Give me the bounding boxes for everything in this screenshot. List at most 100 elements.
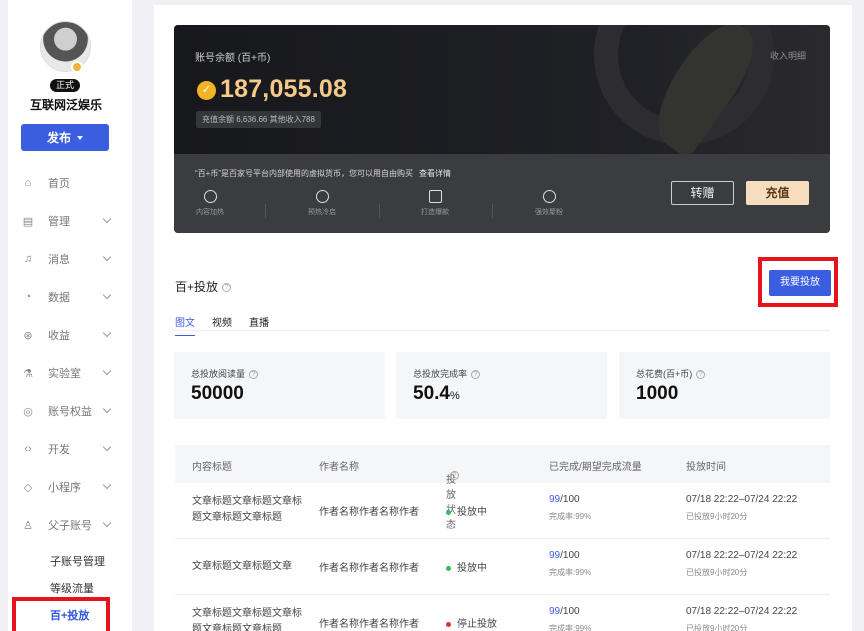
table-row[interactable]: 文章标题文章标题文章标题文章标题文章标题 作者名称作者名称作者 投放中 99/1… (175, 483, 830, 539)
transfer-button[interactable]: 转赠 (671, 181, 734, 205)
progress-done: 99 (549, 494, 561, 505)
chevron-down-icon (102, 328, 112, 338)
sidebar-item-earnings[interactable]: ⊛ 收益 (8, 316, 132, 354)
sidebar-item-develop[interactable]: ‹› 开发 (8, 430, 132, 468)
tab-divider (175, 330, 830, 331)
user-icon: ♙ (23, 519, 33, 532)
progress-target: /100 (560, 550, 580, 561)
stat-label: 总投放阅读量? (191, 367, 259, 380)
chevron-down-icon (102, 518, 112, 528)
table-header: 内容标题 作者名称 投放状态? 已完成/期望完成流量 投放时间 (175, 445, 830, 531)
sidebar-item-label: 管理 (48, 216, 70, 228)
stat-value-text: 50.4 (413, 383, 450, 404)
table-row[interactable]: 文章标题文章标题文章 作者名称作者名称作者 投放中 99/100 完成率:99%… (175, 539, 830, 595)
tab-live[interactable]: 直播 (249, 314, 269, 336)
tab-video[interactable]: 视频 (212, 314, 232, 336)
sidebar-item-messages[interactable]: ♫ 消息 (8, 240, 132, 278)
status-badge: 正式 (50, 79, 80, 92)
status-text: 投放中 (457, 507, 487, 518)
coin-icon: ✓ (197, 81, 216, 100)
users-icon (542, 190, 556, 203)
code-icon: ‹› (24, 443, 32, 455)
divider (492, 204, 493, 218)
feature-label: 预热冷启 (308, 209, 336, 216)
status-text: 停止投放 (457, 619, 497, 630)
cell-time: 07/18 22:22–07/24 22:22 (686, 494, 798, 505)
chevron-down-icon (102, 480, 112, 490)
sidebar: 正式 互联网泛娱乐 发布 ⌂ 首页 ▤ 管理 ♫ 消息 ◔ 数据 ⊛ 收益 ⚗ … (8, 0, 132, 631)
stat-label-text: 总花费(百+币) (636, 369, 693, 379)
sidebar-subitem-level-traffic[interactable]: 等级流量 (50, 580, 94, 596)
sidebar-item-account-rights[interactable]: ◎ 账号权益 (8, 392, 132, 430)
chevron-down-icon (102, 442, 112, 452)
clock-icon (315, 190, 329, 203)
sidebar-item-data[interactable]: ◔ 数据 (8, 278, 132, 316)
cell-progress: 99/100 (549, 550, 580, 561)
sidebar-item-label: 账号权益 (48, 406, 92, 418)
feature-label: 强效聚粉 (535, 209, 563, 216)
recharge-button[interactable]: 充值 (746, 181, 809, 205)
content-tabs: 图文 视频 直播 (175, 314, 269, 336)
balance-card: 账号余额 (百+币) 收入明细 ✓ 187,055.08 充值余额 6,636.… (174, 25, 830, 233)
feature-warm-start: 预热冷启 (292, 190, 352, 217)
progress-target: /100 (560, 494, 580, 505)
sidebar-item-label: 小程序 (48, 482, 81, 494)
chevron-down-icon (102, 214, 112, 224)
username: 互联网泛娱乐 (29, 98, 102, 112)
sidebar-item-label: 收益 (48, 330, 70, 342)
balance-label: 账号余额 (百+币) (195, 53, 271, 64)
balance-amount: 187,055.08 (220, 75, 348, 103)
sidebar-nav: ⌂ 首页 ▤ 管理 ♫ 消息 ◔ 数据 ⊛ 收益 ⚗ 实验室 ◎ 账号权益 ‹›… (8, 164, 132, 544)
feature-hit-builder: 打造爆款 (405, 190, 465, 217)
sidebar-subitem-child-accounts[interactable]: 子账号管理 (50, 553, 105, 569)
flask-icon: ⚗ (23, 367, 33, 380)
help-icon[interactable]: ? (450, 471, 459, 480)
tab-article[interactable]: 图文 (175, 314, 195, 336)
document-icon: ▤ (22, 215, 34, 228)
cell-elapsed: 已投放9小时20分 (686, 624, 748, 631)
stat-label-text: 总投放阅读量 (191, 369, 246, 379)
miniprogram-icon: ◇ (23, 481, 33, 494)
view-details-link[interactable]: 查看详情 (419, 169, 451, 178)
progress-target: /100 (560, 606, 580, 617)
progress-done: 99 (549, 550, 561, 561)
help-icon[interactable]: ? (249, 370, 259, 380)
sidebar-item-manage[interactable]: ▤ 管理 (8, 202, 132, 240)
sidebar-item-home[interactable]: ⌂ 首页 (8, 164, 132, 202)
help-icon[interactable]: ? (696, 370, 706, 380)
sidebar-item-lab[interactable]: ⚗ 实验室 (8, 354, 132, 392)
cell-status: 停止投放 (446, 615, 497, 630)
chevron-down-icon (102, 290, 112, 300)
cell-progress: 99/100 (549, 494, 580, 505)
help-icon[interactable]: ? (222, 283, 232, 293)
feature-fan-gather: 强效聚粉 (519, 190, 579, 217)
cell-elapsed: 已投放9小时20分 (686, 568, 748, 577)
currency-description: “百+币”是百家号平台内部使用的虚拟货币，您可以用自由购买 查看详情 (195, 168, 451, 179)
column-header: 投放时间 (686, 462, 726, 473)
help-icon[interactable]: ? (471, 370, 481, 380)
cell-rate: 完成率:99% (549, 624, 592, 631)
chevron-down-icon (102, 366, 112, 376)
balance-top: 账号余额 (百+币) 收入明细 ✓ 187,055.08 充值余额 6,636.… (174, 25, 830, 160)
stat-total-reads: 总投放阅读量? 50000 (174, 352, 385, 419)
table-row[interactable]: 文章标题文章标题文章标题文章标题文章标题 作者名称作者名称作者 停止投放 99/… (175, 595, 830, 631)
sidebar-item-label: 消息 (48, 254, 70, 266)
section-title-text: 百+投放 (175, 280, 219, 294)
status-dot (446, 509, 451, 515)
cell-title[interactable]: 文章标题文章标题文章标题文章标题文章标题 (192, 494, 302, 526)
column-header: 内容标题 (192, 462, 232, 473)
avatar[interactable] (40, 21, 91, 72)
cell-rate: 完成率:99% (549, 568, 592, 577)
publish-button[interactable]: 发布 (21, 124, 109, 151)
sidebar-item-label: 父子账号 (48, 520, 92, 532)
sidebar-item-label: 数据 (48, 292, 70, 304)
highlight-frame (758, 257, 838, 307)
stat-label: 总花费(百+币)? (636, 367, 706, 380)
sidebar-item-miniprogram[interactable]: ◇ 小程序 (8, 468, 132, 506)
stat-value: 50.4% (413, 383, 460, 405)
cell-title[interactable]: 文章标题文章标题文章标题文章标题文章标题 (192, 606, 302, 631)
income-detail-link[interactable]: 收入明细 (770, 49, 806, 62)
sidebar-item-parent-child-accounts[interactable]: ♙ 父子账号 (8, 506, 132, 544)
cell-title[interactable]: 文章标题文章标题文章 (192, 559, 302, 575)
highlight-frame (12, 597, 110, 631)
